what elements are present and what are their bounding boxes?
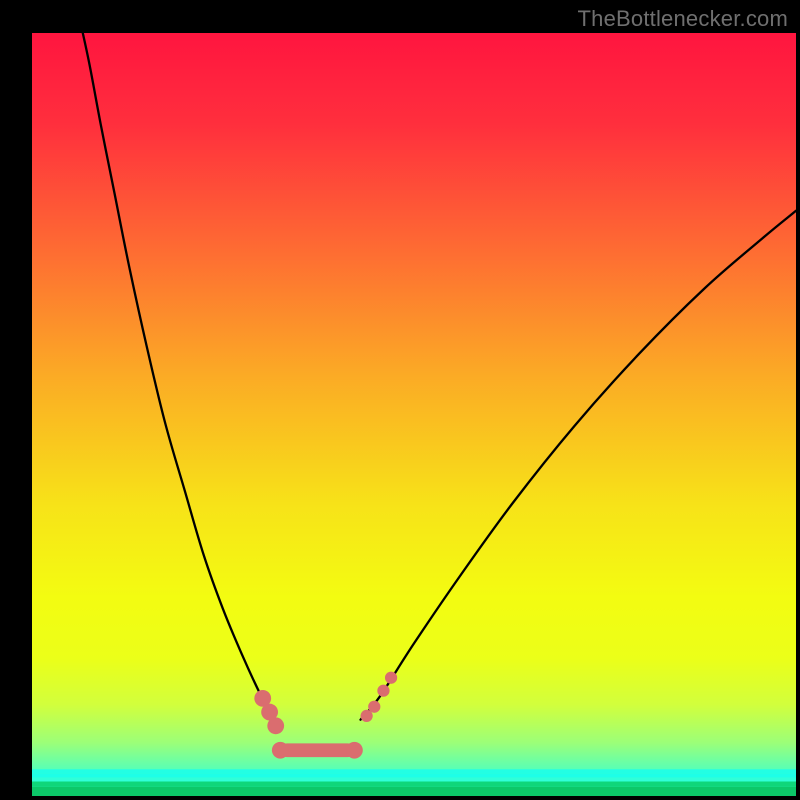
plot-area xyxy=(32,33,796,796)
chart-svg xyxy=(32,33,796,796)
chart-frame: TheBottlenecker.com xyxy=(0,0,800,800)
marker-dot xyxy=(368,701,380,713)
marker-dot xyxy=(377,685,389,697)
watermark-text: TheBottlenecker.com xyxy=(578,6,788,32)
gradient-background xyxy=(32,33,796,796)
bottom-bands xyxy=(32,769,796,796)
marker-dot xyxy=(385,672,397,684)
flat-marker xyxy=(280,743,354,757)
marker-dot xyxy=(267,717,284,734)
